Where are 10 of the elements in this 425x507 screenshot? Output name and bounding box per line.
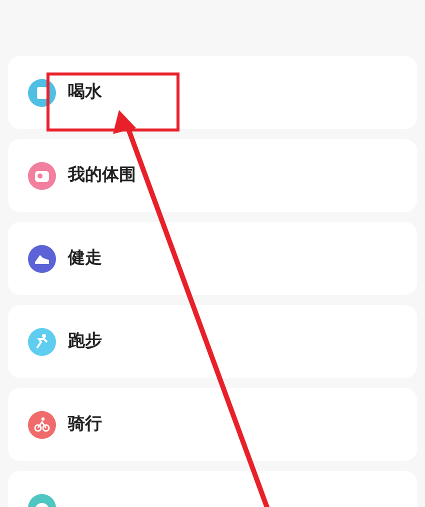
tool-label: 骑行 (68, 412, 102, 436)
tool-label: 健走 (68, 246, 102, 270)
tool-card[interactable]: 我的体围 (8, 139, 417, 212)
tool-card[interactable]: 健走 (8, 222, 417, 295)
tool-label: 跑步 (68, 330, 102, 353)
tool-card[interactable]: 跑步 (8, 305, 417, 378)
tool-card[interactable]: 骑行 (8, 388, 417, 461)
tool-label: 我的体围 (68, 164, 136, 187)
tool-label: 喝水 (68, 80, 102, 104)
tool-card[interactable]: 喝水 (8, 56, 417, 129)
